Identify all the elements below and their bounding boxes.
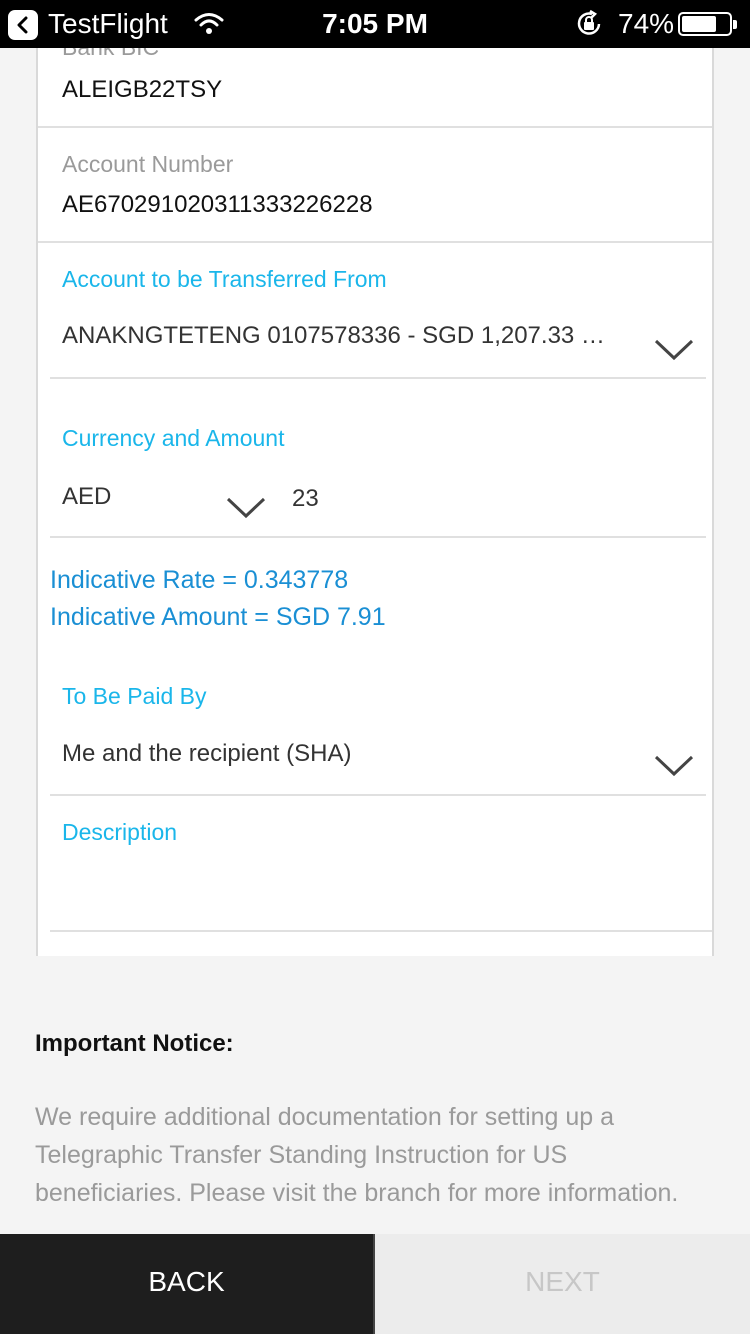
separator [50,930,712,932]
chevron-down-icon[interactable] [654,754,694,778]
status-bar: TestFlight 7:05 PM 74% [0,0,750,48]
battery-icon [678,12,737,36]
transfer-form-card: Bank BIC ALEIGB22TSY Account Number AE67… [36,48,714,956]
battery-level-fill [682,16,716,32]
description-input[interactable] [62,868,662,908]
paid-by-value[interactable]: Me and the recipient (SHA) [62,740,351,768]
notice-title: Important Notice: [35,1030,234,1057]
transfer-from-value[interactable]: ANAKNGTETENG 0107578336 - SGD 1,207.33 … [62,322,650,350]
battery-nub [733,20,737,29]
currency-amount-label: Currency and Amount [62,425,285,451]
indicative-amount: Indicative Amount = SGD 7.91 [50,603,386,631]
amount-input[interactable]: 23 [292,485,319,513]
notice-body: We require additional documentation for … [35,1103,679,1207]
description-label: Description [62,819,178,845]
back-button[interactable]: BACK [0,1234,375,1334]
account-number-value[interactable]: AE670291020311333226228 [62,191,373,219]
chevron-down-icon[interactable] [654,338,694,362]
chevron-down-icon[interactable] [226,496,266,520]
account-number-label: Account Number [62,151,234,177]
paid-by-label: To Be Paid By [62,683,207,709]
currency-value[interactable]: AED [62,483,111,511]
separator [50,794,706,796]
bank-bic-label: Bank BIC [62,48,159,61]
separator [50,536,706,538]
separator [38,126,712,128]
next-button[interactable]: NEXT [375,1234,750,1334]
separator [38,241,712,243]
orientation-lock-icon [574,9,604,44]
transfer-from-label: Account to be Transferred From [62,266,387,292]
separator [50,377,706,379]
bank-bic-value[interactable]: ALEIGB22TSY [62,76,222,104]
battery-percentage: 74% [618,8,675,39]
indicative-rate: Indicative Rate = 0.343778 [50,566,349,594]
